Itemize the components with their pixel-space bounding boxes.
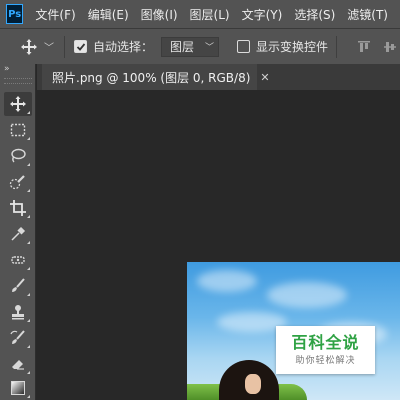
align-top-icon[interactable] bbox=[356, 39, 372, 55]
tool-move[interactable] bbox=[4, 92, 32, 116]
document-tab-title: 照片.png @ 100% (图层 0, RGB/8) bbox=[52, 70, 251, 85]
show-transform-checkbox[interactable] bbox=[237, 40, 251, 53]
tools-panel: » bbox=[0, 64, 36, 400]
tool-rectangular-marquee[interactable] bbox=[4, 118, 32, 142]
auto-select-target-dropdown[interactable]: 图层 ﹀ bbox=[161, 36, 220, 57]
show-transform-label: 显示变换控件 bbox=[256, 40, 329, 54]
tool-gradient[interactable] bbox=[4, 376, 32, 400]
history-brush-icon bbox=[10, 330, 25, 344]
options-bar: ﹀ 自动选择： 图层 ﹀ 显示变换控件 bbox=[0, 28, 400, 64]
menu-layer[interactable]: 图层(L) bbox=[190, 6, 230, 23]
eraser-icon bbox=[12, 360, 24, 370]
lasso-icon bbox=[11, 148, 26, 163]
rectangular-marquee-icon bbox=[10, 123, 26, 137]
healing-brush-icon bbox=[11, 256, 25, 264]
watermark-badge: 百科全说 助你轻松解决 bbox=[276, 326, 375, 374]
collapse-panel-icon[interactable]: » bbox=[4, 64, 9, 74]
tool-eraser[interactable] bbox=[4, 352, 32, 376]
menu-file[interactable]: 文件(F) bbox=[35, 6, 75, 23]
tool-clone-stamp[interactable] bbox=[4, 300, 32, 324]
tool-quick-selection[interactable] bbox=[4, 170, 32, 194]
cloud bbox=[197, 270, 257, 292]
photoshop-logo[interactable]: Ps bbox=[6, 4, 24, 24]
divider bbox=[336, 35, 338, 58]
panel-grip[interactable] bbox=[4, 78, 32, 84]
quick-selection-icon bbox=[9, 175, 25, 190]
auto-select-label: 自动选择： bbox=[93, 40, 154, 54]
brush-icon bbox=[12, 278, 25, 292]
divider bbox=[64, 35, 65, 58]
tool-history-brush[interactable] bbox=[4, 326, 32, 350]
close-icon[interactable]: ✕ bbox=[260, 71, 269, 84]
menu-select[interactable]: 选择(S) bbox=[294, 6, 335, 23]
dropdown-value: 图层 bbox=[170, 40, 195, 54]
tool-lasso[interactable] bbox=[4, 144, 32, 168]
move-icon[interactable] bbox=[20, 38, 38, 56]
menu-image[interactable]: 图像(I) bbox=[141, 6, 178, 23]
tool-healing-brush[interactable] bbox=[4, 248, 32, 272]
crop-icon bbox=[10, 200, 26, 216]
tool-brush[interactable] bbox=[4, 274, 32, 298]
tool-preset-chevron-icon[interactable]: ﹀ bbox=[44, 39, 54, 54]
tool-crop[interactable] bbox=[4, 196, 32, 220]
auto-select-checkbox[interactable] bbox=[74, 40, 87, 53]
chevron-down-icon: ﹀ bbox=[205, 43, 215, 53]
figure-face bbox=[245, 374, 261, 394]
menu-bar: Ps 文件(F) 编辑(E) 图像(I) 图层(L) 文字(Y) 选择(S) 滤… bbox=[0, 0, 400, 28]
document-tab[interactable]: 照片.png @ 100% (图层 0, RGB/8) ✕ bbox=[42, 64, 270, 90]
eyedropper-icon bbox=[11, 226, 26, 241]
align-vertical-center-icon[interactable] bbox=[382, 39, 398, 55]
checkmark-icon bbox=[76, 42, 85, 51]
document-tab-strip: 照片.png @ 100% (图层 0, RGB/8) ✕ bbox=[37, 64, 400, 90]
watermark-subtitle: 助你轻松解决 bbox=[295, 356, 356, 366]
move-icon bbox=[10, 96, 26, 112]
tool-eyedropper[interactable] bbox=[4, 222, 32, 246]
clone-stamp-icon bbox=[12, 305, 24, 320]
watermark-title: 百科全说 bbox=[291, 333, 360, 352]
menu-type[interactable]: 文字(Y) bbox=[242, 6, 283, 23]
cloud bbox=[267, 282, 347, 308]
menu-filter[interactable]: 滤镜(T) bbox=[347, 6, 388, 23]
gradient-icon bbox=[11, 381, 25, 395]
menu-edit[interactable]: 编辑(E) bbox=[88, 6, 129, 23]
